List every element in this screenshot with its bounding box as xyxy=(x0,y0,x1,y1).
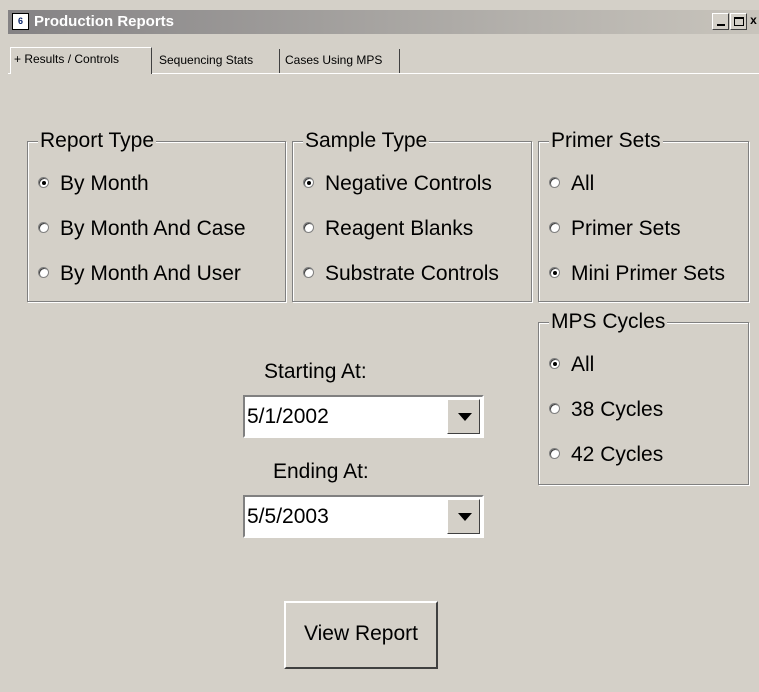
radio-unchecked-icon xyxy=(549,221,560,233)
mps-cycles-group: MPS Cycles All 38 Cycles 42 Cycles xyxy=(538,311,749,485)
radio-unchecked-icon xyxy=(303,266,314,278)
radio-primer-all[interactable]: All xyxy=(549,171,594,197)
radio-primer-sets[interactable]: Primer Sets xyxy=(549,216,681,242)
radio-cycles-all[interactable]: All xyxy=(549,352,594,378)
radio-label: All xyxy=(571,353,595,376)
radio-unchecked-icon xyxy=(549,176,560,188)
radio-label: Negative Controls xyxy=(325,172,492,195)
tab-sequencing-stats[interactable]: Sequencing Stats xyxy=(156,49,280,73)
chevron-down-icon[interactable] xyxy=(447,499,480,534)
radio-reagent-blanks[interactable]: Reagent Blanks xyxy=(303,216,473,242)
window-title: Production Reports xyxy=(34,13,175,30)
minimize-button[interactable] xyxy=(712,13,729,30)
radio-unchecked-icon xyxy=(38,221,49,233)
radio-label: Substrate Controls xyxy=(325,262,499,285)
report-type-group: Report Type By Month By Month And Case B… xyxy=(27,130,286,302)
chevron-down-icon[interactable] xyxy=(447,399,480,434)
radio-unchecked-icon xyxy=(303,221,314,233)
sample-type-group: Sample Type Negative Controls Reagent Bl… xyxy=(292,130,532,302)
radio-label: Reagent Blanks xyxy=(325,217,474,240)
radio-label: Mini Primer Sets xyxy=(571,262,726,285)
radio-label: Primer Sets xyxy=(571,217,681,240)
mps-cycles-title: MPS Cycles xyxy=(549,310,668,333)
minimize-icon xyxy=(716,24,725,26)
radio-label: 42 Cycles xyxy=(571,443,664,466)
radio-label: 38 Cycles xyxy=(571,398,664,421)
tab-cases-using-mps[interactable]: Cases Using MPS xyxy=(282,49,400,73)
title-bar: 6 Production Reports x xyxy=(8,10,759,34)
ending-at-label: Ending At: xyxy=(273,460,369,483)
radio-checked-icon xyxy=(549,357,560,369)
starting-at-label: Starting At: xyxy=(264,360,367,383)
radio-checked-icon xyxy=(549,266,560,278)
radio-by-month-and-user[interactable]: By Month And User xyxy=(38,261,241,287)
tab-results-controls[interactable]: + Results / Controls xyxy=(10,47,152,74)
maximize-button[interactable] xyxy=(730,13,747,30)
production-reports-window: 6 Production Reports x + Results / Contr… xyxy=(0,0,759,692)
starting-at-value: 5/1/2002 xyxy=(247,405,329,428)
radio-unchecked-icon xyxy=(549,402,560,414)
starting-at-dropdown[interactable]: 5/1/2002 xyxy=(243,395,484,438)
sample-type-title: Sample Type xyxy=(303,129,430,152)
radio-by-month-and-case[interactable]: By Month And Case xyxy=(38,216,246,242)
primer-sets-title: Primer Sets xyxy=(549,129,663,152)
view-report-button[interactable]: View Report xyxy=(284,601,438,669)
radio-38-cycles[interactable]: 38 Cycles xyxy=(549,397,663,423)
app-icon: 6 xyxy=(12,13,29,30)
radio-mini-primer-sets[interactable]: Mini Primer Sets xyxy=(549,261,725,287)
radio-unchecked-icon xyxy=(549,447,560,459)
radio-42-cycles[interactable]: 42 Cycles xyxy=(549,442,663,468)
radio-unchecked-icon xyxy=(38,266,49,278)
close-button[interactable]: x xyxy=(748,13,759,30)
ending-at-value: 5/5/2003 xyxy=(247,505,329,528)
radio-negative-controls[interactable]: Negative Controls xyxy=(303,171,492,197)
radio-substrate-controls[interactable]: Substrate Controls xyxy=(303,261,499,287)
radio-label: By Month And User xyxy=(60,262,241,285)
radio-checked-icon xyxy=(38,176,49,188)
radio-label: By Month xyxy=(60,172,149,195)
report-type-title: Report Type xyxy=(38,129,157,152)
radio-label: By Month And Case xyxy=(60,217,246,240)
radio-checked-icon xyxy=(303,176,314,188)
maximize-icon xyxy=(733,17,744,26)
primer-sets-group: Primer Sets All Primer Sets Mini Primer … xyxy=(538,130,749,302)
ending-at-dropdown[interactable]: 5/5/2003 xyxy=(243,495,484,538)
radio-by-month[interactable]: By Month xyxy=(38,171,149,197)
radio-label: All xyxy=(571,172,595,195)
